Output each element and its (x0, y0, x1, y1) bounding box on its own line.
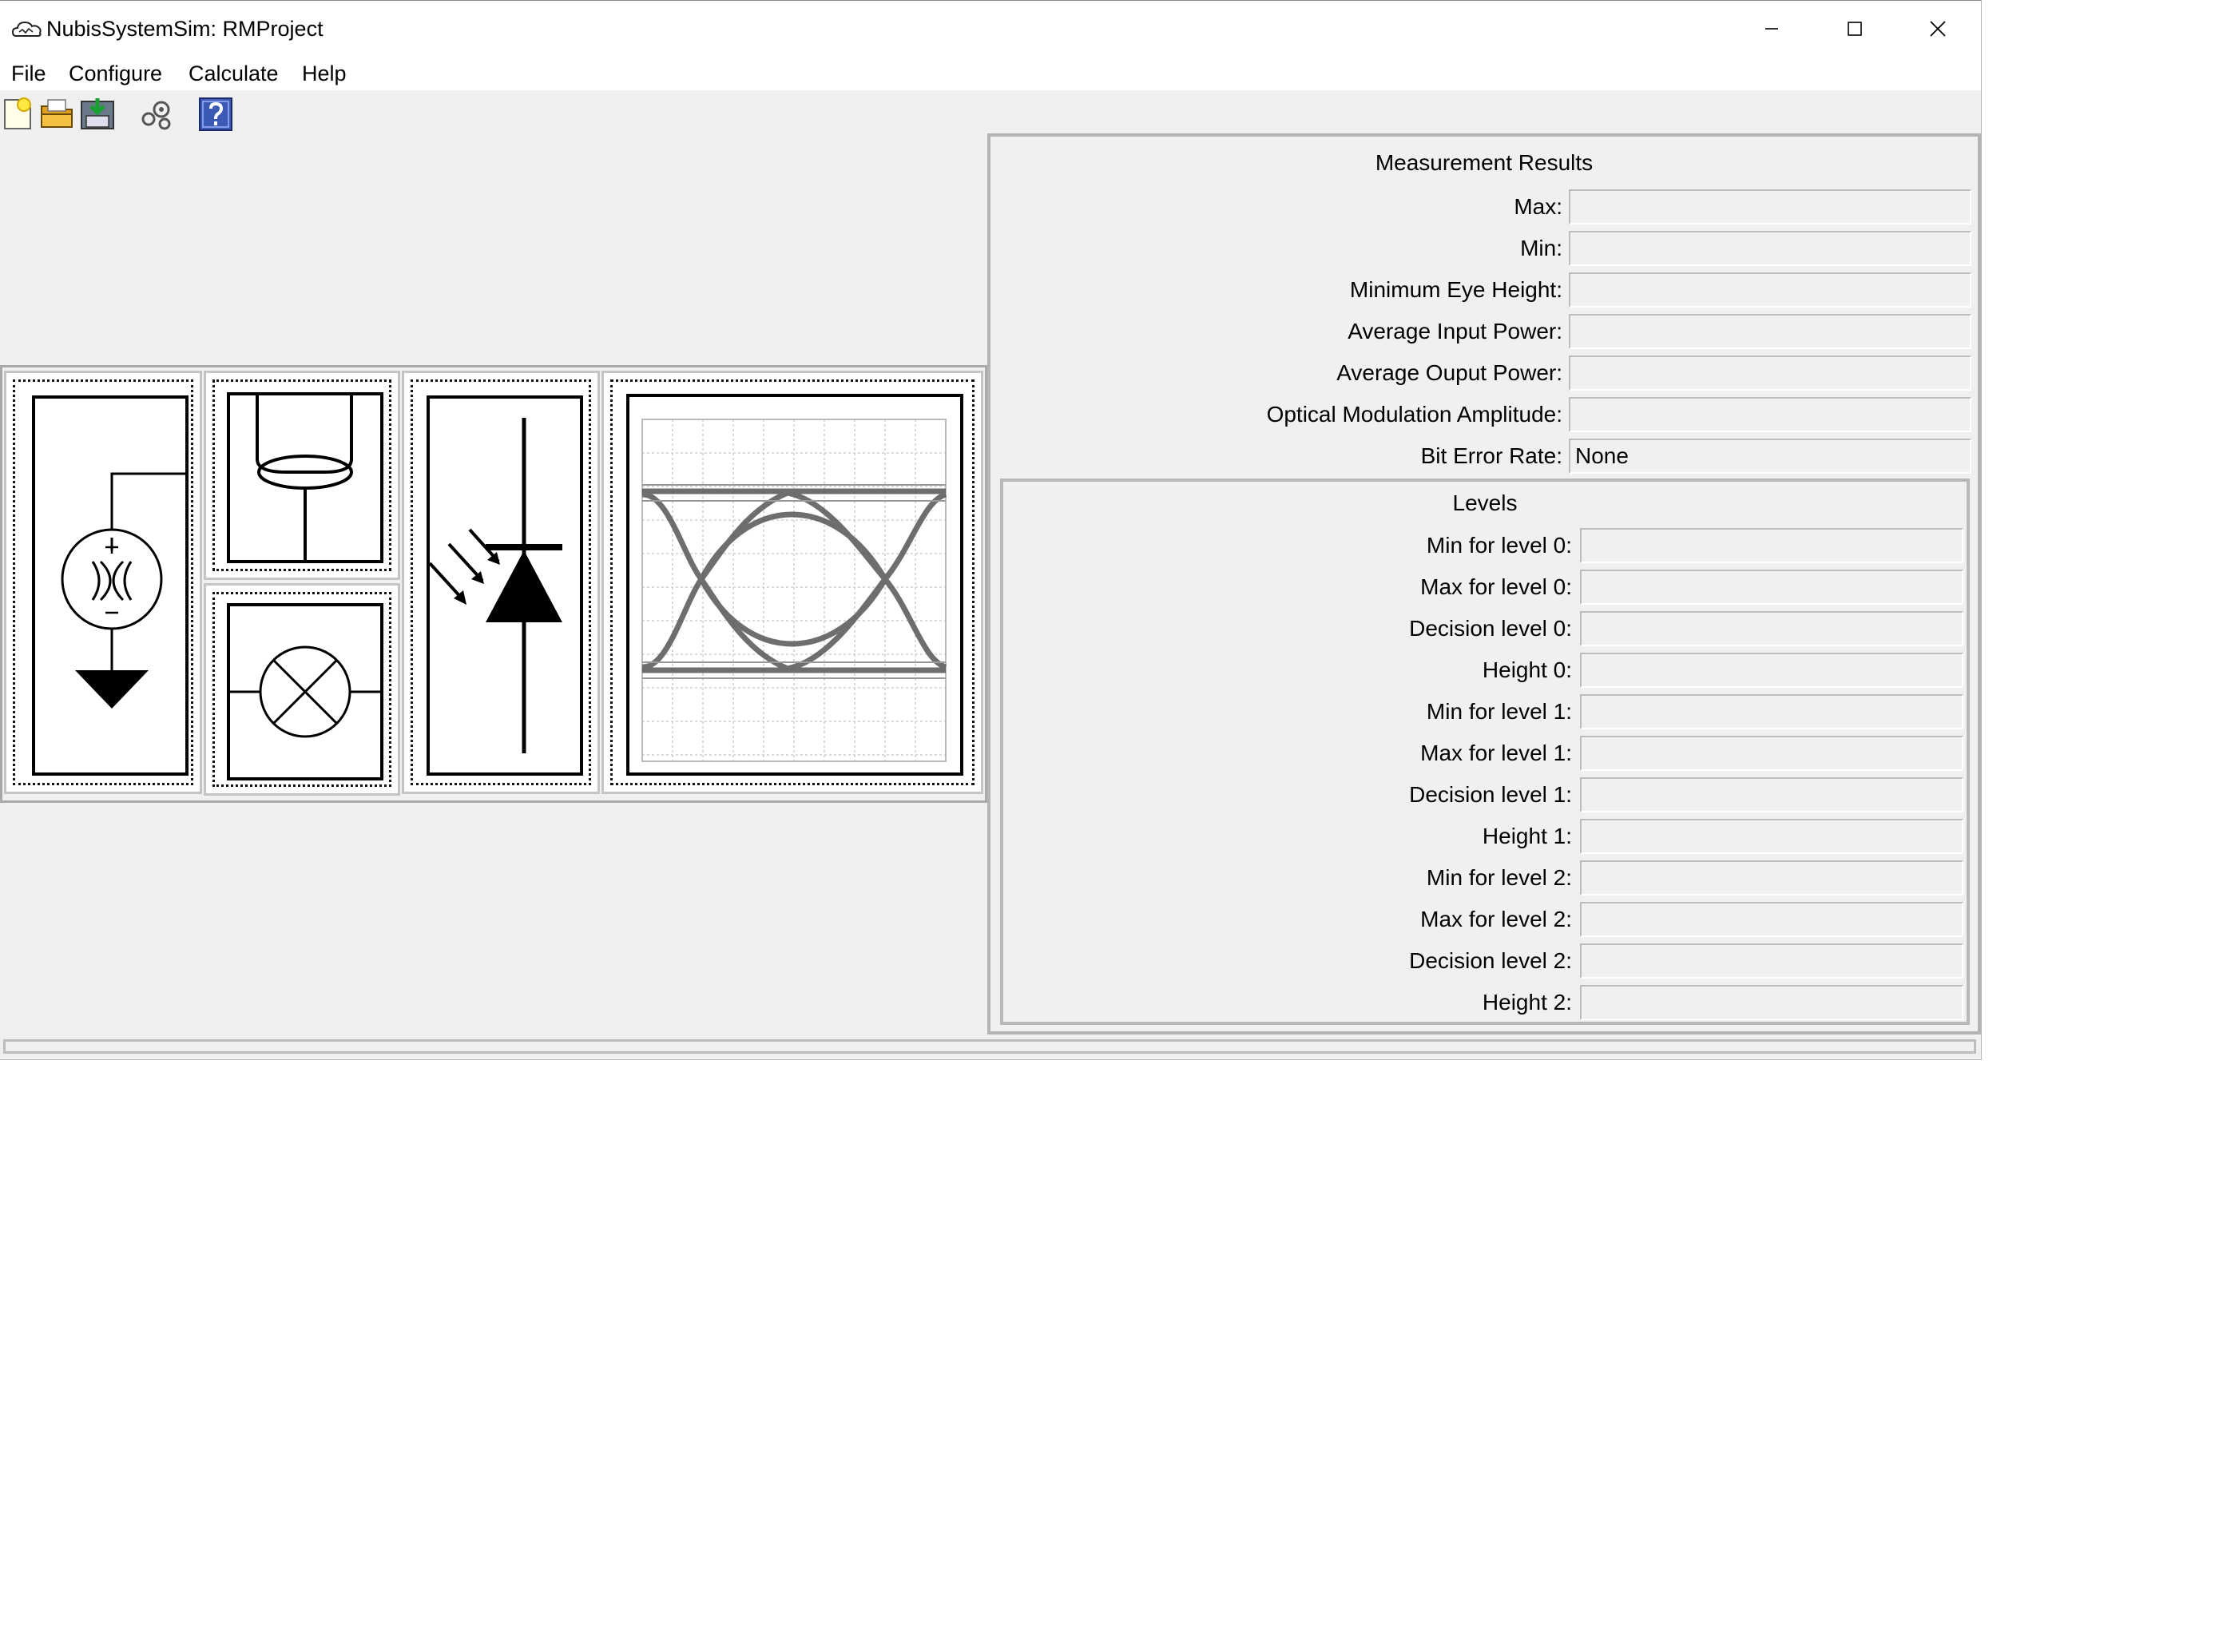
photodiode-block[interactable] (402, 371, 600, 794)
decision-level-1-label: Decision level 1: (1409, 782, 1572, 807)
close-icon (1930, 21, 1946, 37)
optical-modulation-amplitude-label: Optical Modulation Amplitude: (1266, 402, 1562, 427)
minimum-eye-height-field[interactable] (1569, 272, 1971, 308)
minimize-button[interactable] (1730, 1, 1813, 57)
bit-error-rate-field[interactable]: None (1569, 439, 1971, 474)
lamp-block[interactable] (204, 583, 400, 796)
fiber-block[interactable] (204, 371, 400, 580)
status-bar (3, 1039, 1976, 1054)
menu-calculate[interactable]: Calculate (187, 60, 280, 87)
min-level-1-label: Min for level 1: (1426, 699, 1572, 724)
fiber-icon (227, 392, 383, 563)
system-diagram (0, 365, 987, 803)
min-level-2-field[interactable] (1580, 860, 1963, 895)
min-level-1-field[interactable] (1580, 694, 1963, 729)
min-level-0-field[interactable] (1580, 528, 1963, 563)
title-bar: NubisSystemSim: RMProject (0, 1, 1981, 57)
save-button[interactable] (78, 95, 117, 133)
window-title: NubisSystemSim: RMProject (46, 17, 324, 41)
average-input-power-field[interactable] (1569, 314, 1971, 349)
min-label: Min: (1520, 236, 1562, 260)
photodiode-icon (427, 395, 583, 776)
decision-level-0-label: Decision level 0: (1409, 616, 1572, 641)
menu-file[interactable]: File (10, 60, 48, 87)
maximize-icon (1848, 22, 1862, 36)
height-0-label: Height 0: (1482, 657, 1572, 682)
help-icon (199, 97, 232, 131)
decision-level-0-field[interactable] (1580, 611, 1963, 646)
close-button[interactable] (1896, 1, 1979, 57)
height-2-label: Height 2: (1482, 990, 1572, 1015)
measurement-results-panel: Measurement Results Max: Min: Minimum Ey… (987, 133, 1981, 1034)
run-calculation-icon (141, 101, 171, 130)
decision-level-2-field[interactable] (1580, 943, 1963, 979)
max-level-1-field[interactable] (1580, 736, 1963, 771)
eye-diagram-icon (626, 394, 963, 776)
max-field[interactable] (1569, 189, 1971, 224)
height-0-field[interactable] (1580, 653, 1963, 688)
voltage-source-icon (32, 395, 189, 776)
eye-diagram-block[interactable] (601, 371, 983, 794)
save-icon (81, 98, 114, 129)
max-level-0-label: Max for level 0: (1420, 574, 1572, 599)
run-calculation-button[interactable] (137, 95, 176, 133)
cloud-app-icon (11, 21, 42, 37)
signal-source-block[interactable] (4, 371, 202, 794)
min-level-0-label: Min for level 0: (1426, 533, 1572, 558)
open-folder-icon (41, 99, 73, 128)
average-output-power-label: Average Ouput Power: (1336, 360, 1562, 385)
new-file-icon (4, 97, 31, 129)
bit-error-rate-label: Bit Error Rate: (1420, 443, 1562, 468)
levels-group: Levels Min for level 0: Max for level 0:… (1000, 479, 1970, 1025)
minimize-icon (1765, 28, 1778, 30)
minimum-eye-height-label: Minimum Eye Height: (1349, 277, 1562, 302)
levels-title: Levels (1452, 490, 1518, 515)
menu-configure[interactable]: Configure (67, 60, 164, 87)
decision-level-1-field[interactable] (1580, 777, 1963, 812)
app-window: NubisSystemSim: RMProject File Configure… (0, 0, 1982, 1060)
height-2-field[interactable] (1580, 985, 1963, 1020)
menu-help[interactable]: Help (300, 60, 348, 87)
menu-bar: File Configure Calculate Help (0, 57, 1981, 90)
results-title: Measurement Results (1375, 150, 1594, 175)
max-level-2-label: Max for level 2: (1420, 907, 1572, 931)
min-field[interactable] (1569, 231, 1971, 266)
open-button[interactable] (38, 95, 77, 133)
lamp-icon (227, 603, 383, 780)
new-file-button[interactable] (0, 95, 38, 133)
max-level-0-field[interactable] (1580, 570, 1963, 605)
min-level-2-label: Min for level 2: (1426, 865, 1572, 890)
height-1-label: Height 1: (1482, 824, 1572, 848)
max-level-1-label: Max for level 1: (1420, 741, 1572, 765)
max-label: Max: (1514, 194, 1562, 219)
maximize-button[interactable] (1813, 1, 1896, 57)
toolbar (0, 90, 1981, 138)
height-1-field[interactable] (1580, 819, 1963, 854)
help-button[interactable] (196, 95, 235, 133)
decision-level-2-label: Decision level 2: (1409, 948, 1572, 973)
average-input-power-label: Average Input Power: (1348, 319, 1562, 344)
max-level-2-field[interactable] (1580, 902, 1963, 937)
optical-modulation-amplitude-field[interactable] (1569, 397, 1971, 432)
average-output-power-field[interactable] (1569, 355, 1971, 391)
